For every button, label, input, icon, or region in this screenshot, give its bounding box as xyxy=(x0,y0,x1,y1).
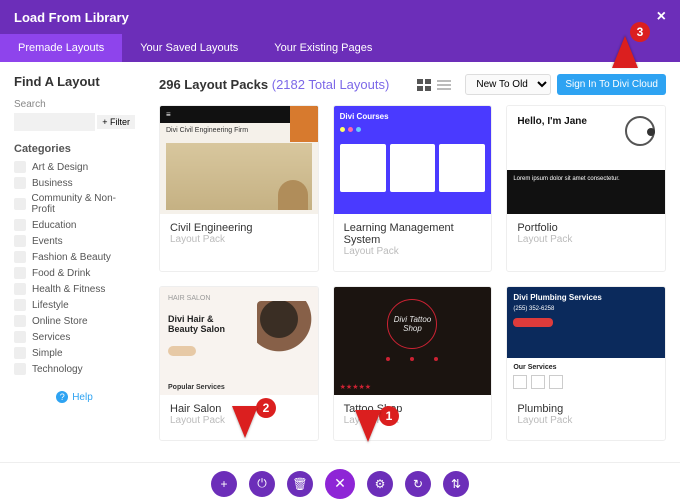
categories-label: Categories xyxy=(14,143,135,155)
add-button[interactable]: + xyxy=(211,471,237,497)
sidebar: Find A Layout Search + Filter Categories… xyxy=(0,62,145,492)
layout-grid: ≡⋯ Divi Civil Engineering Firm Civil Eng… xyxy=(159,105,666,441)
list-view-icon[interactable] xyxy=(437,79,451,91)
layout-title: Civil Engineering xyxy=(170,222,308,234)
category-item[interactable]: Events xyxy=(14,233,135,249)
checkbox-icon[interactable] xyxy=(14,235,26,247)
search-input[interactable] xyxy=(14,113,95,131)
history-button[interactable]: ↻ xyxy=(405,471,431,497)
layout-title: Tattoo Shop xyxy=(344,403,482,415)
tab-saved-layouts[interactable]: Your Saved Layouts xyxy=(122,34,256,62)
layout-subtitle: Layout Pack xyxy=(517,415,655,426)
layout-title: Hair Salon xyxy=(170,403,308,415)
layout-thumbnail: Hello, I'm Jane Lorem ipsum dolor sit am… xyxy=(507,106,665,214)
view-toggle xyxy=(417,79,451,91)
category-item[interactable]: Fashion & Beauty xyxy=(14,249,135,265)
layout-thumbnail: HAIR SALON Divi Hair & Beauty Salon Popu… xyxy=(160,287,318,395)
sort-button[interactable]: ⇅ xyxy=(443,471,469,497)
tab-bar: Premade Layouts Your Saved Layouts Your … xyxy=(0,34,680,62)
tab-existing-pages[interactable]: Your Existing Pages xyxy=(256,34,390,62)
layout-subtitle: Layout Pack xyxy=(344,246,482,257)
category-list: Art & Design Business Community & Non-Pr… xyxy=(14,159,135,377)
layout-thumbnail: ≡⋯ Divi Civil Engineering Firm xyxy=(160,106,318,214)
trash-button[interactable]: 🗑 xyxy=(287,471,313,497)
checkbox-icon[interactable] xyxy=(14,283,26,295)
category-item[interactable]: Technology xyxy=(14,361,135,377)
sort-select[interactable]: New To Old xyxy=(465,74,551,95)
layout-card[interactable]: Divi Tattoo Shop ★★★★★ Tattoo Shop Layou… xyxy=(333,286,493,441)
category-item[interactable]: Simple xyxy=(14,345,135,361)
layout-subtitle: Layout Pack xyxy=(517,234,655,245)
category-item[interactable]: Online Store xyxy=(14,313,135,329)
checkbox-icon[interactable] xyxy=(14,315,26,327)
close-builder-button[interactable]: ✕ xyxy=(325,469,355,499)
close-icon[interactable]: × xyxy=(657,8,666,26)
category-item[interactable]: Lifestyle xyxy=(14,297,135,313)
layout-card[interactable]: HAIR SALON Divi Hair & Beauty Salon Popu… xyxy=(159,286,319,441)
layout-title: Portfolio xyxy=(517,222,655,234)
layout-subtitle: Layout Pack xyxy=(170,234,308,245)
checkbox-icon[interactable] xyxy=(14,299,26,311)
layout-card[interactable]: Divi Plumbing Services (255) 352-6258 Ou… xyxy=(506,286,666,441)
category-item[interactable]: Business xyxy=(14,175,135,191)
checkbox-icon[interactable] xyxy=(14,161,26,173)
checkbox-icon[interactable] xyxy=(14,177,26,189)
layout-title: Learning Management System xyxy=(344,222,482,246)
checkbox-icon[interactable] xyxy=(14,251,26,263)
layout-thumbnail: Divi Plumbing Services (255) 352-6258 Ou… xyxy=(507,287,665,395)
settings-button[interactable]: ⚙ xyxy=(367,471,393,497)
layout-title: Plumbing xyxy=(517,403,655,415)
checkbox-icon[interactable] xyxy=(14,331,26,343)
category-item[interactable]: Art & Design xyxy=(14,159,135,175)
category-item[interactable]: Education xyxy=(14,217,135,233)
layout-card[interactable]: ≡⋯ Divi Civil Engineering Firm Civil Eng… xyxy=(159,105,319,272)
category-item[interactable]: Health & Fitness xyxy=(14,281,135,297)
results-count: 296 Layout Packs (2182 Total Layouts) xyxy=(159,77,389,92)
search-label: Search xyxy=(14,99,135,110)
category-item[interactable]: Food & Drink xyxy=(14,265,135,281)
modal-title: Load From Library xyxy=(14,10,129,25)
content-area: 296 Layout Packs (2182 Total Layouts) Ne… xyxy=(145,62,680,492)
layout-card[interactable]: Hello, I'm Jane Lorem ipsum dolor sit am… xyxy=(506,105,666,272)
grid-view-icon[interactable] xyxy=(417,79,431,91)
checkbox-icon[interactable] xyxy=(14,363,26,375)
checkbox-icon[interactable] xyxy=(14,267,26,279)
signin-button[interactable]: Sign In To Divi Cloud xyxy=(557,74,666,95)
checkbox-icon[interactable] xyxy=(14,347,26,359)
checkbox-icon[interactable] xyxy=(14,198,26,210)
category-item[interactable]: Services xyxy=(14,329,135,345)
layout-thumbnail: Divi Courses xyxy=(334,106,492,214)
builder-toolbar: + ⏻ 🗑 ✕ ⚙ ↻ ⇅ xyxy=(0,462,680,504)
checkbox-icon[interactable] xyxy=(14,219,26,231)
power-button[interactable]: ⏻ xyxy=(249,471,275,497)
filter-button[interactable]: + Filter xyxy=(97,115,135,129)
category-item[interactable]: Community & Non-Profit xyxy=(14,191,135,217)
layout-thumbnail: Divi Tattoo Shop ★★★★★ xyxy=(334,287,492,395)
help-icon: ? xyxy=(56,391,68,403)
layout-subtitle: Layout Pack xyxy=(344,415,482,426)
title-bar: Load From Library × xyxy=(0,0,680,34)
sidebar-heading: Find A Layout xyxy=(14,74,135,89)
layout-subtitle: Layout Pack xyxy=(170,415,308,426)
tab-premade-layouts[interactable]: Premade Layouts xyxy=(0,34,122,62)
layout-card[interactable]: Divi Courses Learning Management System … xyxy=(333,105,493,272)
help-link[interactable]: ? Help xyxy=(14,391,135,403)
